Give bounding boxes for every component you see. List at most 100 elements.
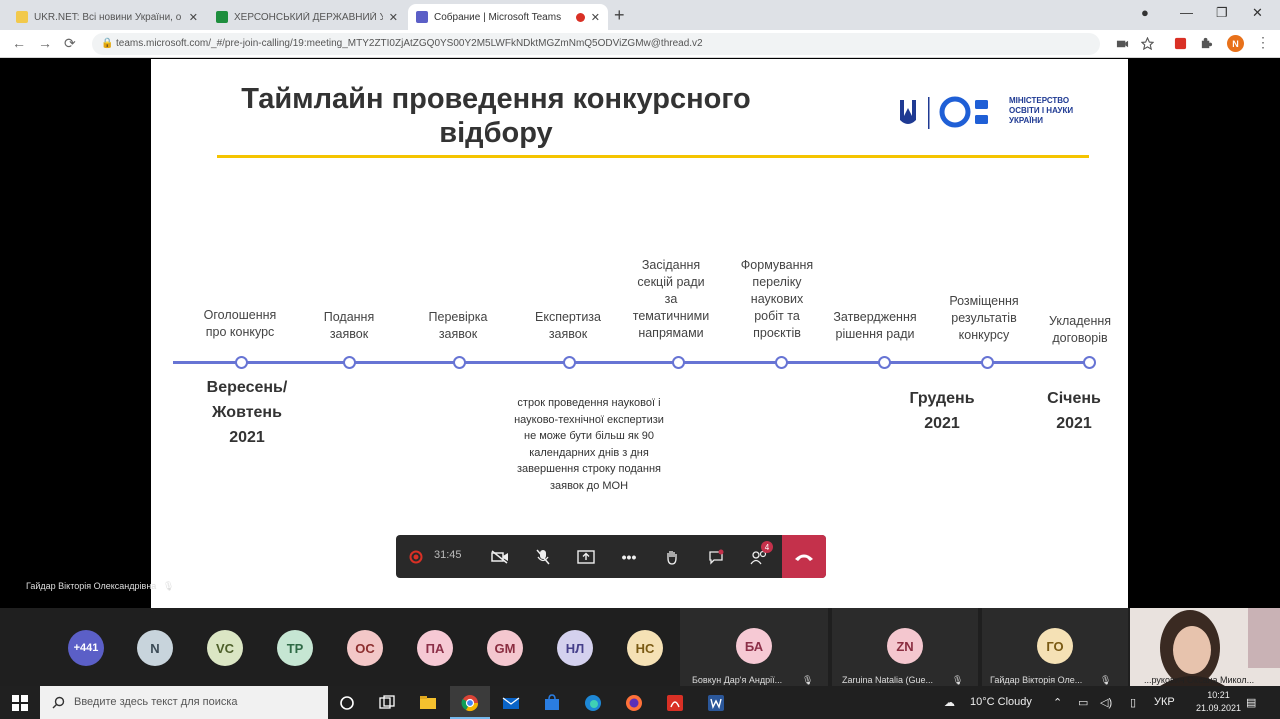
participant-avatar[interactable]: НС: [627, 630, 663, 666]
reload-button[interactable]: ⟳: [64, 35, 76, 52]
close-window-button[interactable]: ✕: [1252, 5, 1263, 21]
camera-toggle-button[interactable]: [486, 543, 514, 571]
milestone-label-line: за: [664, 292, 678, 306]
weather-text[interactable]: 10°C Cloudy: [970, 696, 1032, 708]
milestone-label-line: Формування: [740, 258, 814, 272]
period-label: Січень 2021: [1019, 386, 1128, 436]
camera-blocked-icon[interactable]: [1116, 37, 1129, 50]
timeline-marker: [453, 356, 466, 369]
participant-avatar[interactable]: НЛ: [557, 630, 593, 666]
task-view-icon[interactable]: [378, 694, 396, 712]
chrome-taskbar-button[interactable]: [450, 686, 490, 719]
minimize-button[interactable]: —: [1180, 5, 1193, 20]
search-icon: [52, 696, 65, 709]
milestone-label-line: заявок: [329, 327, 369, 341]
volume-icon[interactable]: ◁): [1100, 696, 1112, 709]
input-language[interactable]: УКР: [1154, 696, 1175, 708]
timeline-marker: [775, 356, 788, 369]
profile-avatar[interactable]: N: [1227, 35, 1244, 52]
timeline-marker: [235, 356, 248, 369]
search-placeholder: Введите здесь текст для поиска: [74, 696, 238, 708]
maximize-button[interactable]: ❐: [1216, 5, 1228, 21]
more-actions-button[interactable]: •••: [615, 543, 643, 571]
word-icon[interactable]: [707, 694, 725, 712]
battery-icon[interactable]: ▯: [1130, 696, 1136, 709]
milestone-label-line: проєктів: [753, 326, 801, 340]
participant-avatar[interactable]: ПА: [417, 630, 453, 666]
cortana-icon[interactable]: [338, 694, 356, 712]
ministry-name-line: МІНІСТЕРСТВО: [1009, 96, 1070, 105]
share-screen-button[interactable]: [572, 543, 600, 571]
browser-tab-university[interactable]: ХЕРСОНСЬКИЙ ДЕРЖАВНИЙ УН ✕: [208, 4, 406, 30]
network-icon[interactable]: ▭: [1078, 696, 1088, 709]
windows-start-icon[interactable]: [12, 695, 28, 711]
participant-avatar[interactable]: TP: [277, 630, 313, 666]
call-controls-bar: 31:45 ••• 4: [396, 535, 826, 578]
notifications-icon[interactable]: ▤: [1246, 696, 1256, 709]
lock-icon: 🔒: [101, 38, 114, 49]
title-underline: [217, 155, 1089, 158]
timeline-axis: [173, 361, 1093, 364]
mail-icon[interactable]: [502, 694, 520, 712]
new-tab-button[interactable]: +: [614, 5, 625, 26]
close-tab-icon[interactable]: ✕: [591, 11, 600, 24]
mic-toggle-button[interactable]: [529, 543, 557, 571]
raise-hand-button[interactable]: [658, 543, 686, 571]
participant-tile[interactable]: БА Бовкун Дар'я Андрії... 🎙: [680, 608, 828, 686]
pdf-extension-icon[interactable]: [1174, 37, 1187, 50]
milestone-label-line: договорів: [1052, 331, 1108, 345]
bookmark-star-icon[interactable]: [1141, 37, 1154, 50]
participant-tile[interactable]: ZN Zaruina Natalia (Gue... 🎙: [832, 608, 978, 686]
forward-button[interactable]: →: [38, 35, 52, 51]
firefox-icon[interactable]: [625, 694, 643, 712]
participant-avatar[interactable]: N: [137, 630, 173, 666]
participant-avatar[interactable]: ОС: [347, 630, 383, 666]
presenter-name: Гайдар Вікторія Олександрівна: [26, 581, 157, 591]
hang-up-button[interactable]: [782, 535, 826, 578]
close-tab-icon[interactable]: ✕: [189, 11, 198, 24]
period-label-line: Жовтень: [212, 404, 282, 421]
tab-title: ХЕРСОНСЬКИЙ ДЕРЖАВНИЙ УН: [234, 11, 383, 23]
clock-time: 10:21: [1207, 690, 1230, 700]
show-hidden-icons-icon[interactable]: ⌃: [1053, 696, 1062, 709]
milestone-label-line: секцій ради: [637, 275, 705, 289]
system-clock[interactable]: 10:21 21.09.2021: [1196, 689, 1241, 715]
url-text: teams.microsoft.com/_#/pre-join-calling/…: [116, 38, 703, 49]
participants-count-badge: 4: [761, 541, 773, 553]
browser-tab-ukrnet[interactable]: UKR.NET: Всі новини України, о ✕: [8, 4, 206, 30]
chat-button[interactable]: [702, 543, 730, 571]
browser-menu-icon[interactable]: ⋮: [1256, 34, 1270, 51]
more-participants-button[interactable]: +441: [68, 630, 104, 666]
file-explorer-icon[interactable]: [419, 694, 437, 712]
store-icon[interactable]: [543, 694, 561, 712]
milestone-label: Засідання секцій ради за тематичними нап…: [621, 257, 721, 342]
self-video-tile[interactable]: ...рукович Оксана Микол...: [1130, 608, 1280, 686]
browser-tab-teams[interactable]: Собрание | Microsoft Teams ✕: [408, 4, 608, 30]
edge-icon[interactable]: [584, 694, 602, 712]
note-line: не може бути більш як 90: [524, 430, 654, 442]
raise-hand-icon: [667, 551, 677, 565]
back-button[interactable]: ←: [12, 35, 26, 51]
media-control-icon[interactable]: ●: [1141, 5, 1149, 20]
acrobat-icon[interactable]: [666, 694, 684, 712]
participant-name: Гайдар Вікторія Оле...: [990, 675, 1083, 685]
recording-icon: [402, 543, 430, 571]
note-line: календарних днів з дня: [529, 446, 649, 459]
participant-avatar[interactable]: GM: [487, 630, 523, 666]
participant-avatar: ГО: [1037, 628, 1073, 664]
timeline-marker: [878, 356, 891, 369]
period-label-line: Грудень: [909, 390, 975, 407]
participants-button[interactable]: 4: [745, 541, 773, 571]
browser-tab-strip: UKR.NET: Всі новини України, о ✕ ХЕРСОНС…: [0, 0, 1280, 30]
extensions-puzzle-icon[interactable]: [1200, 37, 1213, 50]
close-tab-icon[interactable]: ✕: [389, 11, 398, 24]
address-bar[interactable]: 🔒 teams.microsoft.com/_#/pre-join-callin…: [92, 33, 1100, 55]
milestone-label-line: Укладення: [1048, 314, 1112, 328]
participant-avatar[interactable]: VC: [207, 630, 243, 666]
period-label: Вересень/ Жовтень 2021: [187, 375, 307, 450]
taskbar-search-box[interactable]: Введите здесь текст для поиска: [40, 686, 328, 719]
participant-tile[interactable]: ГО Гайдар Вікторія Оле... 🎙: [982, 608, 1128, 686]
participant-name: Zaruina Natalia (Gue...: [842, 675, 934, 685]
mic-off-icon: [536, 549, 550, 565]
participant-avatar: БА: [736, 628, 772, 664]
